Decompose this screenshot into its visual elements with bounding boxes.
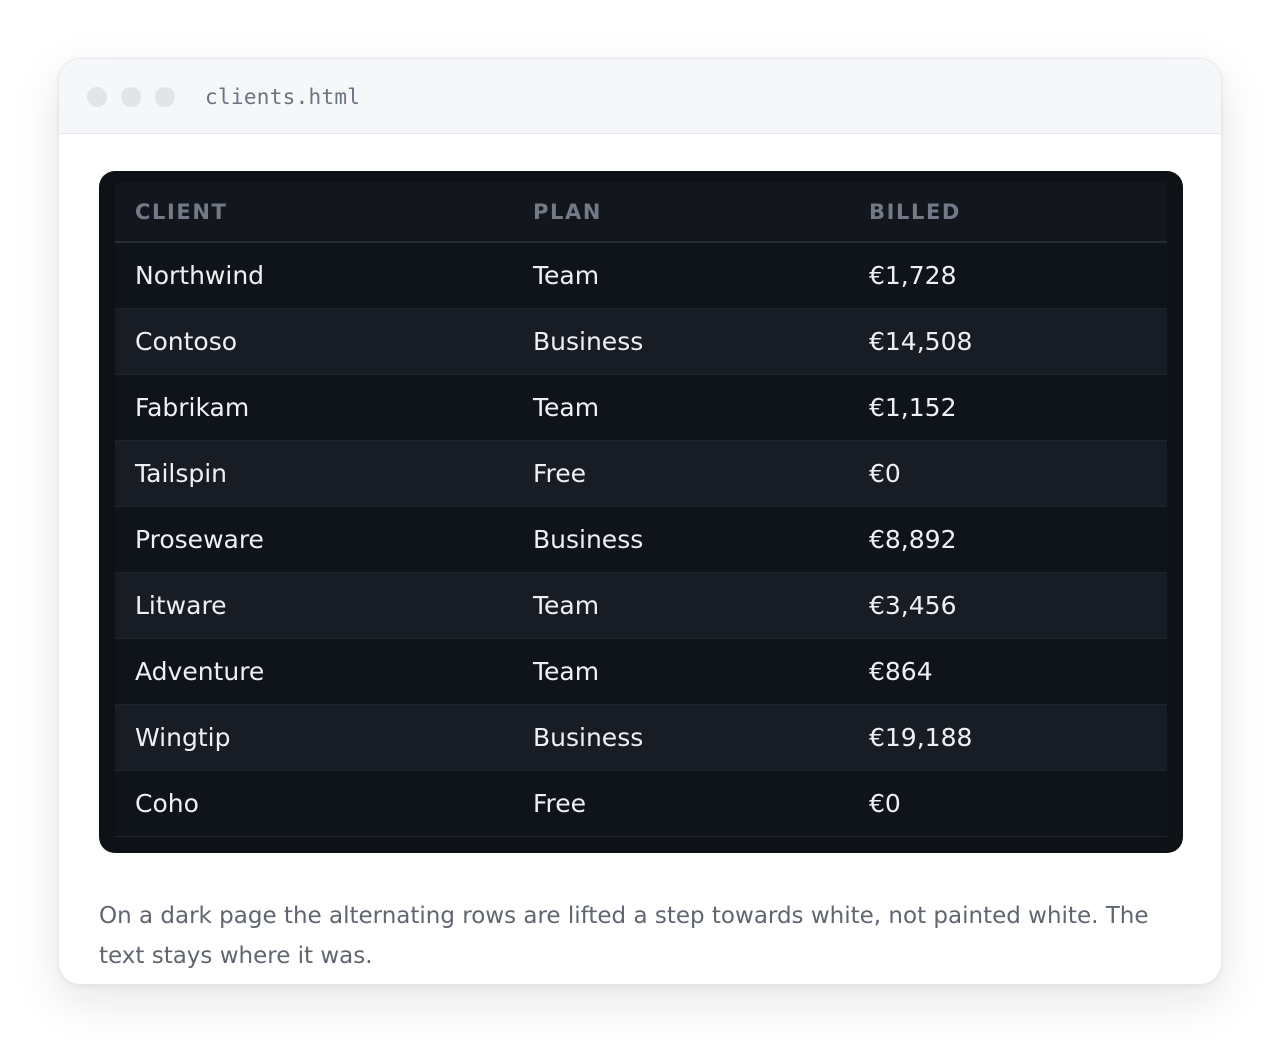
window-filename: clients.html xyxy=(205,85,361,109)
billed-cell: €19,188 xyxy=(849,704,1167,771)
plan-cell: Free xyxy=(513,770,849,837)
table-caption: On a dark page the alternating rows are … xyxy=(99,903,1149,969)
close-window-dot[interactable] xyxy=(87,87,107,107)
table-row: Proseware Business €8,892 xyxy=(115,506,1167,573)
maximize-window-dot[interactable] xyxy=(155,87,175,107)
client-cell: Proseware xyxy=(115,506,513,573)
window-titlebar: clients.html xyxy=(59,59,1221,134)
client-cell: Contoso xyxy=(115,308,513,375)
plan-cell: Team xyxy=(513,374,849,441)
client-cell: Tailspin xyxy=(115,440,513,507)
table-row: Wingtip Business €19,188 xyxy=(115,704,1167,771)
plan-cell: Business xyxy=(513,704,849,771)
table-row: Northwind Team €1,728 xyxy=(115,242,1167,309)
plan-cell: Business xyxy=(513,308,849,375)
billed-cell: €0 xyxy=(849,440,1167,507)
clients-table: CLIENT PLAN BILLED Northwind Team €1,728… xyxy=(115,183,1167,837)
table-row: Litware Team €3,456 xyxy=(115,572,1167,639)
client-cell: Northwind xyxy=(115,242,513,309)
browser-window: clients.html CLIENT PLAN BILLED Northwin… xyxy=(58,58,1222,985)
billed-cell: €1,152 xyxy=(849,374,1167,441)
plan-cell: Team xyxy=(513,242,849,309)
client-cell: Adventure xyxy=(115,638,513,705)
table-row: Tailspin Free €0 xyxy=(115,440,1167,507)
column-header-billed: BILLED xyxy=(849,183,1167,243)
column-header-client: CLIENT xyxy=(115,183,513,243)
table-row: Coho Free €0 xyxy=(115,770,1167,837)
table-row: Adventure Team €864 xyxy=(115,638,1167,705)
plan-cell: Team xyxy=(513,638,849,705)
client-cell: Wingtip xyxy=(115,704,513,771)
client-cell: Litware xyxy=(115,572,513,639)
billed-cell: €8,892 xyxy=(849,506,1167,573)
table-row: Fabrikam Team €1,152 xyxy=(115,374,1167,441)
table-header-row: CLIENT PLAN BILLED xyxy=(115,183,1167,243)
client-cell: Fabrikam xyxy=(115,374,513,441)
plan-cell: Business xyxy=(513,506,849,573)
billed-cell: €0 xyxy=(849,770,1167,837)
plan-cell: Team xyxy=(513,572,849,639)
billed-cell: €3,456 xyxy=(849,572,1167,639)
billed-cell: €1,728 xyxy=(849,242,1167,309)
clients-table-card: CLIENT PLAN BILLED Northwind Team €1,728… xyxy=(99,171,1183,853)
minimize-window-dot[interactable] xyxy=(121,87,141,107)
billed-cell: €14,508 xyxy=(849,308,1167,375)
client-cell: Coho xyxy=(115,770,513,837)
plan-cell: Free xyxy=(513,440,849,507)
table-row: Contoso Business €14,508 xyxy=(115,308,1167,375)
billed-cell: €864 xyxy=(849,638,1167,705)
column-header-plan: PLAN xyxy=(513,183,849,243)
